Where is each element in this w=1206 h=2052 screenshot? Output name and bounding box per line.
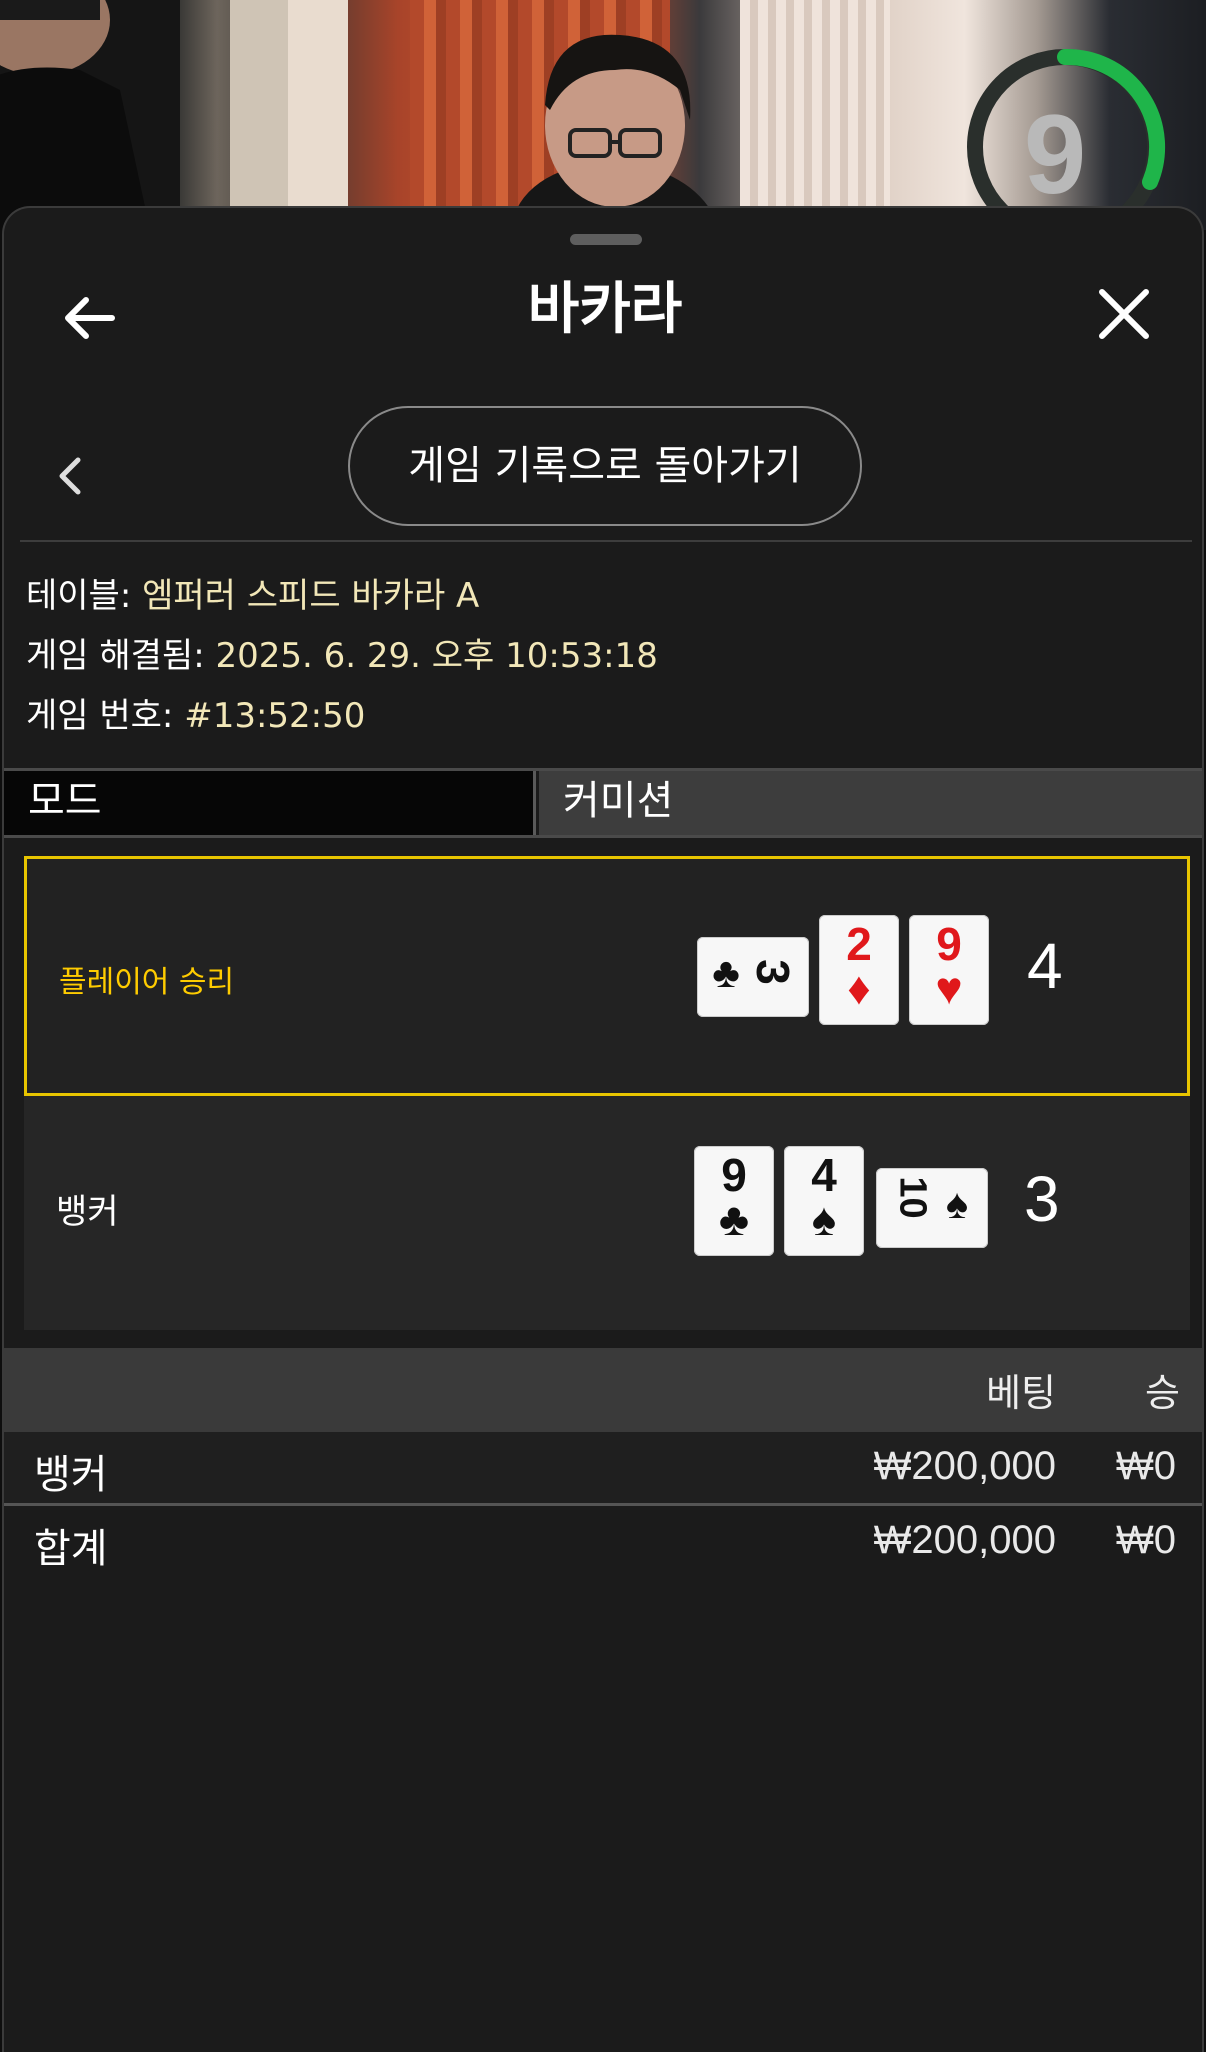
playing-card: 2 ♦ [819, 915, 899, 1025]
game-number-value: #13:52:50 [184, 696, 366, 736]
tab-mode[interactable]: 모드 [4, 771, 536, 835]
win-amount: ₩0 [1116, 1444, 1176, 1488]
playing-card: 9 ♣ [694, 1146, 774, 1256]
resolved-label: 게임 해결됨: [26, 636, 205, 676]
total-bet-amount: ₩200,000 [873, 1518, 1056, 1562]
card-rank: 3 [747, 959, 799, 985]
card-suit-icon: ♥ [935, 962, 963, 1014]
close-icon[interactable] [1094, 284, 1154, 344]
card-suit-icon: ♠ [945, 1180, 969, 1227]
divider [20, 540, 1192, 542]
total-win-amount: ₩0 [1116, 1518, 1176, 1562]
card-suit-icon: ♣ [712, 949, 740, 996]
dealer-figure-center [510, 34, 720, 230]
chevron-left-icon[interactable] [52, 446, 88, 506]
banker-result-row: 뱅커 9 ♣ 4 ♠ 10 ♠ 3 [24, 1096, 1190, 1330]
column-bet: 베팅 [986, 1371, 1056, 1415]
table-row: 뱅커 ₩200,000 ₩0 [4, 1432, 1202, 1506]
playing-card: 4 ♠ [784, 1146, 864, 1256]
total-label: 합계 [34, 1526, 108, 1572]
player-win-label: 플레이어 승리 [59, 965, 235, 1000]
backdrop-pillar [288, 0, 348, 230]
game-number-info: 게임 번호: #13:52:50 [26, 694, 365, 738]
player-score: 4 [1027, 930, 1063, 1002]
card-suit-icon: ♦ [847, 962, 871, 1014]
card-suit-icon: ♣ [718, 1193, 750, 1245]
playing-card: 9 ♥ [909, 915, 989, 1025]
countdown-timer: 9 [1023, 92, 1087, 217]
live-video-feed: 9 [0, 0, 1206, 230]
card-suit-icon: ♠ [811, 1193, 837, 1245]
player-result-row: 플레이어 승리 3 ♣ 2 ♦ 9 ♥ 4 [24, 856, 1190, 1096]
column-win: 승 [1145, 1371, 1180, 1415]
table-info: 테이블: 엠퍼러 스피드 바카라 A [26, 574, 479, 618]
bet-table-header: 베팅 승 [4, 1348, 1202, 1432]
total-row: 합계 ₩200,000 ₩0 [4, 1506, 1202, 1580]
playing-card: 3 ♣ [697, 937, 809, 1017]
table-label: 테이블: [26, 576, 132, 616]
bet-name: 뱅커 [34, 1452, 108, 1498]
page-title: 바카라 [527, 277, 683, 342]
sheet-drag-handle[interactable] [570, 234, 642, 245]
card-rank: 10 [891, 1176, 934, 1219]
dealer-figure-left [0, 0, 180, 230]
banker-label: 뱅커 [56, 1192, 119, 1232]
tab-commission[interactable]: 커미션 [539, 771, 1202, 835]
tab-bar: 모드 커미션 [4, 768, 1202, 838]
bet-amount: ₩200,000 [873, 1444, 1056, 1488]
banker-score: 3 [1024, 1163, 1060, 1235]
game-number-label: 게임 번호: [26, 696, 174, 736]
playing-card: 10 ♠ [876, 1168, 988, 1248]
resolved-info: 게임 해결됨: 2025. 6. 29. 오후 10:53:18 [26, 634, 658, 678]
resolved-value: 2025. 6. 29. 오후 10:53:18 [215, 636, 658, 676]
back-to-history-button[interactable]: 게임 기록으로 돌아가기 [348, 406, 862, 526]
table-value: 엠퍼러 스피드 바카라 A [142, 576, 480, 616]
game-history-sheet: 바카라 게임 기록으로 돌아가기 테이블: 엠퍼러 스피드 바카라 A 게임 해… [2, 206, 1204, 2052]
